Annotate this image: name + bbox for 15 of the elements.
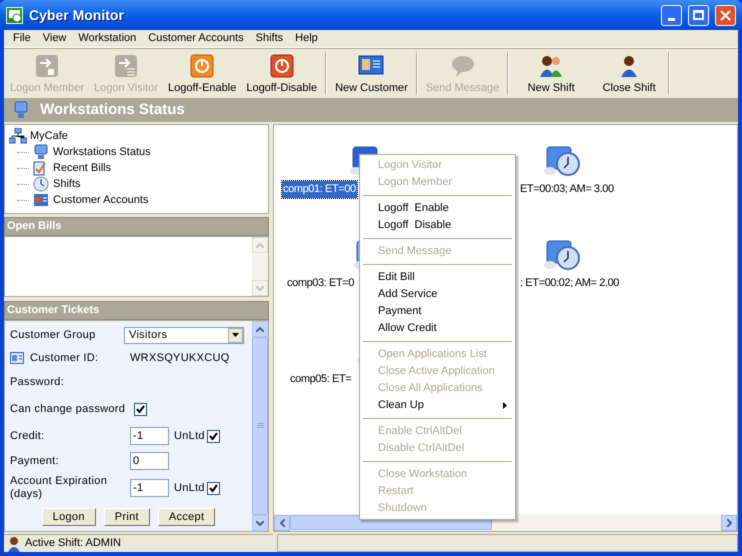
checkbox-label: UnLtd bbox=[174, 428, 205, 444]
panel-title: Open Bills bbox=[7, 219, 62, 234]
field-label: Customer Group bbox=[10, 328, 97, 343]
field-label: Password: bbox=[10, 375, 64, 390]
status-text: Active Shift: ADMIN bbox=[25, 536, 121, 552]
window-title: Cyber Monitor bbox=[29, 6, 125, 25]
checkbox-label: UnLtd bbox=[174, 480, 205, 496]
panel-title: Customer Tickets bbox=[7, 303, 100, 318]
field-label: Account Expiration (days) bbox=[10, 475, 108, 501]
field-label: Payment: bbox=[10, 454, 60, 468]
field-label: Can change password bbox=[10, 402, 126, 416]
header-title: Workstations Status bbox=[40, 100, 185, 120]
field-label: Credit: bbox=[10, 430, 46, 442]
field-value: WRXSQYUKXCUQ bbox=[130, 350, 230, 366]
field-label: Customer ID: bbox=[30, 350, 100, 366]
